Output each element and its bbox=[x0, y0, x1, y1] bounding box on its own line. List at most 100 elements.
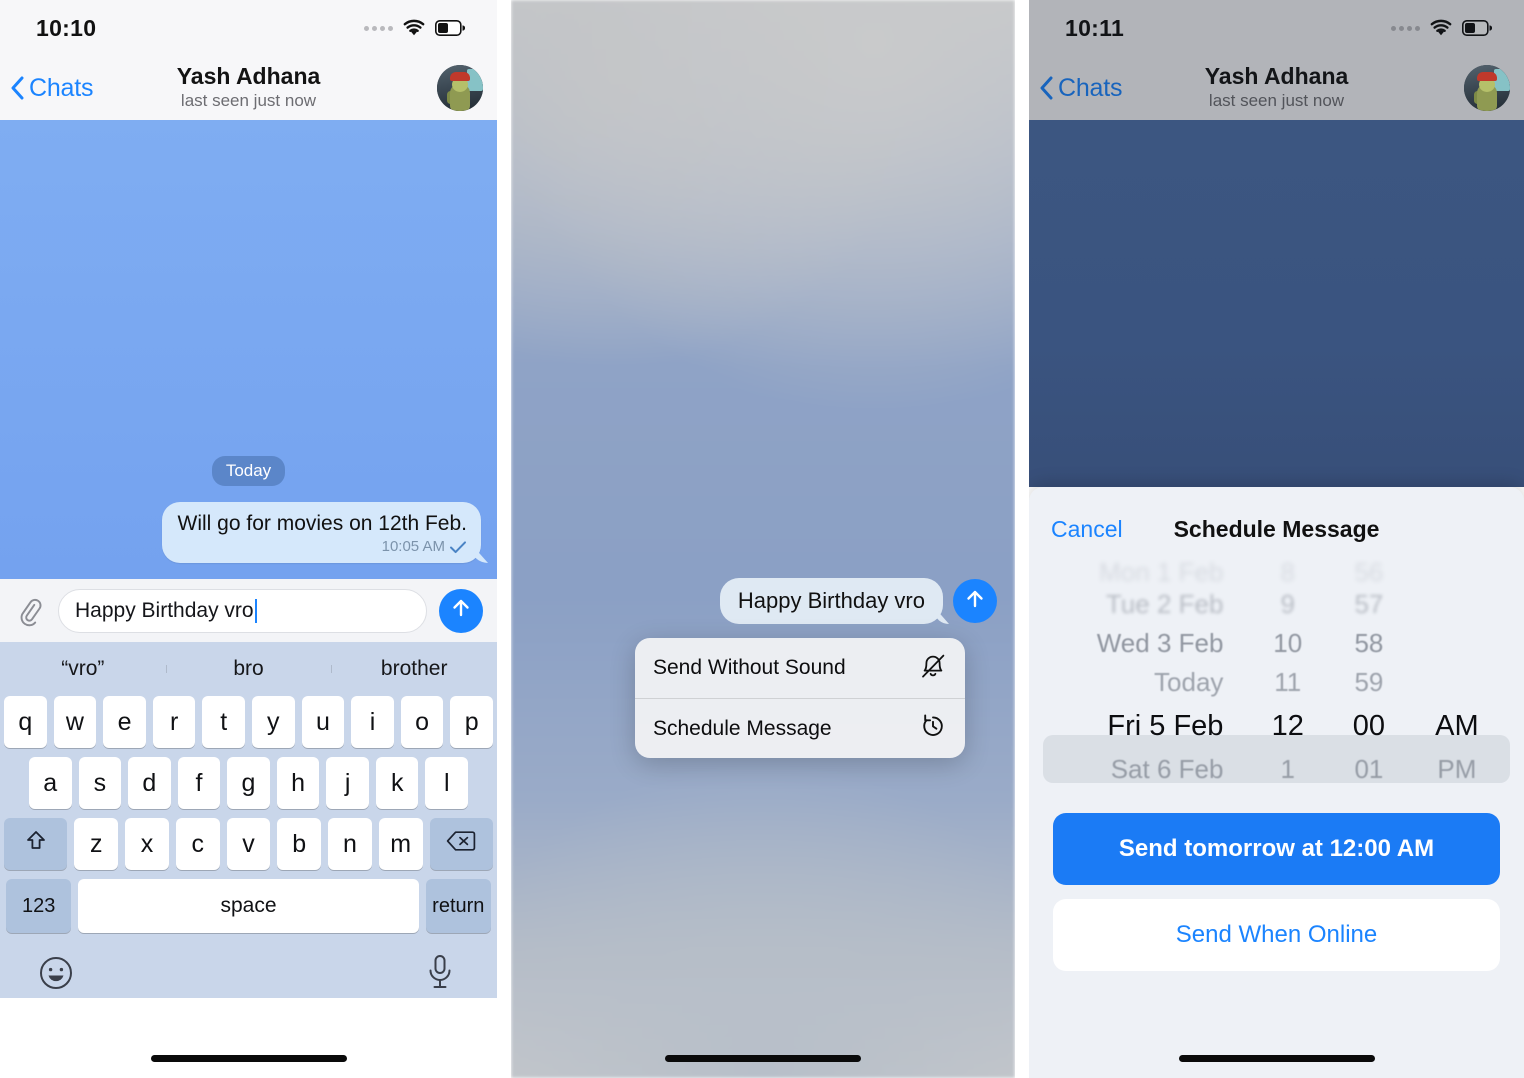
picker-row[interactable]: Sat 6 Feb 1 01 PM bbox=[1029, 750, 1524, 789]
shift-key[interactable] bbox=[4, 818, 68, 870]
message-row: Will go for movies on 12th Feb. 10:05 AM bbox=[161, 502, 481, 563]
key-c[interactable]: c bbox=[175, 818, 220, 870]
key-p[interactable]: p bbox=[450, 696, 493, 748]
back-label: Chats bbox=[29, 73, 94, 102]
picker-date: Fri 5 Feb bbox=[1107, 709, 1224, 742]
key-g[interactable]: g bbox=[227, 757, 270, 809]
picker-hour: 8 bbox=[1280, 559, 1295, 587]
outgoing-message-bubble[interactable]: Will go for movies on 12th Feb. 10:05 AM bbox=[161, 502, 481, 563]
battery-icon bbox=[435, 20, 465, 36]
status-time: 10:11 bbox=[1065, 14, 1125, 41]
suggestion-0[interactable]: “vro” bbox=[0, 657, 166, 681]
status-bar: 10:10 bbox=[0, 0, 497, 56]
send-tomorrow-button[interactable]: Send tomorrow at 12:00 AM bbox=[1053, 813, 1500, 885]
keyboard-row-4: 123 space return bbox=[0, 879, 497, 933]
signal-dots-icon bbox=[1391, 25, 1420, 31]
key-n[interactable]: n bbox=[328, 818, 372, 870]
menu-item-schedule-message[interactable]: Schedule Message bbox=[635, 698, 965, 758]
picker-row[interactable]: Sun 7 Feb 2 02 bbox=[1029, 789, 1524, 791]
date-divider-label: Today bbox=[211, 456, 286, 486]
back-label: Chats bbox=[1058, 73, 1123, 102]
picker-minute: 59 bbox=[1354, 667, 1384, 697]
wifi-icon bbox=[1429, 19, 1453, 37]
keyboard-row-3: z x c v b n m bbox=[0, 818, 497, 870]
key-k[interactable]: k bbox=[375, 757, 419, 809]
key-i[interactable]: i bbox=[351, 696, 394, 748]
three-panel-screenshot: 10:10 Chats Yash Adhana last seen just n… bbox=[0, 0, 1524, 1078]
key-f[interactable]: f bbox=[177, 757, 221, 809]
panel3-header: 10:11 Chats Yash Adhana last seen just n… bbox=[1029, 0, 1524, 120]
picker-date: Wed 3 Feb bbox=[1096, 628, 1224, 658]
sheet-action-buttons: Send tomorrow at 12:00 AM Send When Onli… bbox=[1029, 791, 1524, 971]
key-a[interactable]: a bbox=[28, 757, 72, 809]
picker-row-selected[interactable]: Fri 5 Feb 12 00 AM bbox=[1029, 702, 1524, 750]
avatar[interactable] bbox=[1464, 65, 1510, 111]
send-options-context-menu: Send Without Sound Schedule Message bbox=[635, 638, 965, 758]
message-text: Will go for movies on 12th Feb. bbox=[177, 512, 467, 535]
key-y[interactable]: y bbox=[252, 696, 295, 748]
suggestion-2[interactable]: brother bbox=[331, 657, 497, 681]
picker-row[interactable]: Today 11 59 bbox=[1029, 663, 1524, 702]
picker-row[interactable]: Tue 2 Feb 9 57 bbox=[1029, 585, 1524, 624]
cancel-button[interactable]: Cancel bbox=[1051, 516, 1123, 543]
key-s[interactable]: s bbox=[78, 757, 122, 809]
send-button[interactable] bbox=[439, 588, 483, 633]
avatar[interactable] bbox=[437, 65, 483, 111]
home-indicator[interactable] bbox=[511, 1055, 1015, 1062]
date-divider: Today bbox=[0, 456, 497, 486]
key-x[interactable]: x bbox=[125, 818, 169, 870]
sheet-header: Cancel Schedule Message bbox=[1029, 487, 1524, 549]
return-key[interactable]: return bbox=[425, 879, 492, 933]
key-l[interactable]: l bbox=[425, 757, 469, 809]
panel-send-options-menu: Happy Birthday vro Send Without Sound Sc… bbox=[511, 0, 1015, 1078]
home-indicator[interactable] bbox=[0, 1055, 497, 1062]
key-h[interactable]: h bbox=[276, 757, 320, 809]
back-to-chats-button[interactable]: Chats bbox=[1039, 73, 1123, 103]
chevron-left-icon bbox=[10, 76, 25, 100]
menu-item-label: Send Without Sound bbox=[653, 656, 846, 679]
key-e[interactable]: e bbox=[103, 696, 146, 748]
suggestion-1[interactable]: bro bbox=[165, 657, 332, 681]
message-input[interactable]: Happy Birthday vro bbox=[58, 588, 427, 633]
microphone-icon[interactable] bbox=[425, 954, 455, 997]
key-t[interactable]: t bbox=[202, 696, 245, 748]
picker-hour: 9 bbox=[1280, 589, 1295, 619]
shift-up-icon bbox=[23, 828, 49, 861]
picker-row[interactable]: Wed 3 Feb 10 58 bbox=[1029, 624, 1524, 663]
bell-slash-icon bbox=[919, 652, 947, 685]
key-q[interactable]: q bbox=[4, 696, 47, 748]
key-o[interactable]: o bbox=[400, 696, 444, 748]
dimmed-chat-area bbox=[1029, 120, 1524, 487]
send-arrow-up-icon bbox=[962, 586, 988, 617]
key-v[interactable]: v bbox=[226, 818, 271, 870]
signal-dots-icon bbox=[364, 25, 393, 31]
key-m[interactable]: m bbox=[378, 818, 423, 870]
key-u[interactable]: u bbox=[301, 696, 345, 748]
send-button[interactable] bbox=[953, 579, 997, 623]
numbers-key[interactable]: 123 bbox=[6, 879, 72, 933]
preview-message-row: Happy Birthday vro bbox=[719, 578, 997, 624]
send-when-online-button[interactable]: Send When Online bbox=[1053, 899, 1500, 971]
key-w[interactable]: w bbox=[53, 696, 97, 748]
space-key[interactable]: space bbox=[78, 879, 419, 933]
emoji-smiley-icon[interactable] bbox=[38, 955, 74, 996]
key-j[interactable]: j bbox=[326, 757, 369, 809]
backspace-key[interactable] bbox=[429, 818, 493, 870]
text-caret bbox=[254, 598, 257, 623]
message-input-value: Happy Birthday vro bbox=[75, 598, 254, 622]
preview-message-text: Happy Birthday vro bbox=[737, 588, 925, 613]
keyboard-row-2: a s d f g h j k l bbox=[0, 757, 497, 809]
key-z[interactable]: z bbox=[74, 818, 119, 870]
menu-item-send-without-sound[interactable]: Send Without Sound bbox=[635, 638, 965, 698]
paperclip-icon[interactable] bbox=[12, 594, 46, 628]
date-time-picker[interactable]: Mon 1 Feb 8 56 Tue 2 Feb 9 57 Wed 3 Feb … bbox=[1029, 559, 1524, 791]
panel1-header: 10:10 Chats Yash Adhana last seen just n… bbox=[0, 0, 497, 120]
backspace-icon bbox=[446, 830, 476, 859]
key-r[interactable]: r bbox=[152, 696, 196, 748]
home-indicator[interactable] bbox=[1029, 1055, 1524, 1062]
key-d[interactable]: d bbox=[128, 757, 171, 809]
key-b[interactable]: b bbox=[277, 818, 322, 870]
picker-minute: 56 bbox=[1354, 559, 1384, 587]
picker-row[interactable]: Mon 1 Feb 8 56 bbox=[1029, 559, 1524, 587]
back-to-chats-button[interactable]: Chats bbox=[10, 73, 94, 103]
